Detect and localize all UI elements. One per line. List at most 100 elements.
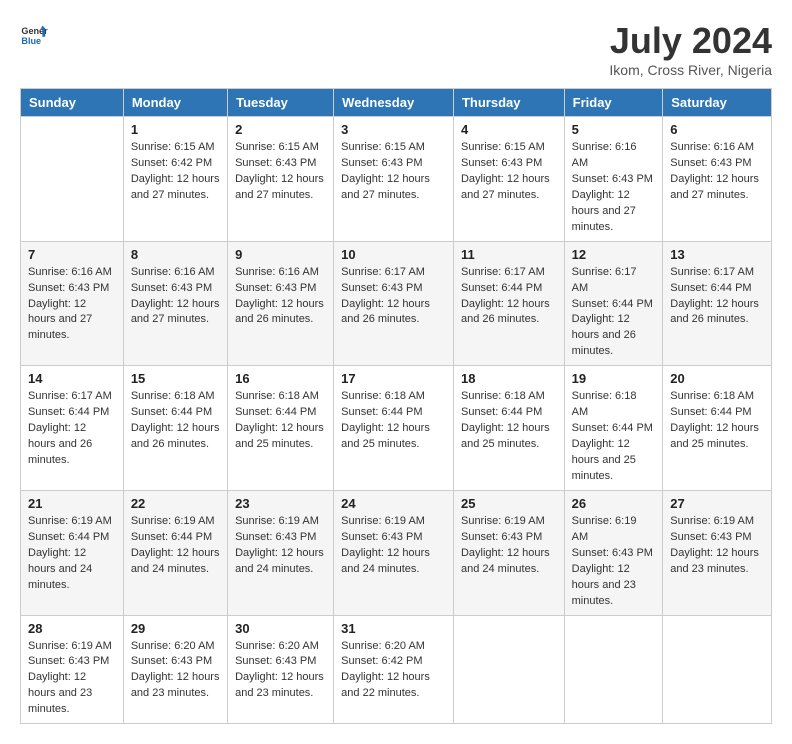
day-info: Sunrise: 6:19 AMSunset: 6:43 PMDaylight:…: [341, 514, 446, 578]
day-number: 14: [28, 371, 116, 386]
calendar-cell: 10 Sunrise: 6:17 AMSunset: 6:43 PMDayligh…: [334, 241, 454, 366]
calendar-cell: 25 Sunrise: 6:19 AMSunset: 6:43 PMDayligh…: [453, 490, 564, 615]
day-number: 20: [670, 371, 764, 386]
day-number: 4: [461, 122, 557, 137]
calendar-cell: 20 Sunrise: 6:18 AMSunset: 6:44 PMDayligh…: [663, 366, 772, 491]
day-number: 22: [131, 496, 220, 511]
calendar-cell: 1 Sunrise: 6:15 AMSunset: 6:42 PMDaylight…: [123, 117, 227, 242]
day-number: 31: [341, 621, 446, 636]
logo: General Blue: [20, 20, 48, 48]
day-number: 11: [461, 247, 557, 262]
day-info: Sunrise: 6:17 AMSunset: 6:44 PMDaylight:…: [461, 265, 557, 329]
calendar-cell: 21Sunrise: 6:19 AMSunset: 6:44 PMDayligh…: [21, 490, 124, 615]
location: Ikom, Cross River, Nigeria: [609, 62, 772, 78]
day-number: 17: [341, 371, 446, 386]
day-info: Sunrise: 6:15 AMSunset: 6:43 PMDaylight:…: [341, 140, 446, 204]
day-info: Sunrise: 6:15 AMSunset: 6:43 PMDaylight:…: [235, 140, 326, 204]
day-number: 27: [670, 496, 764, 511]
day-number: 21: [28, 496, 116, 511]
day-info: Sunrise: 6:20 AMSunset: 6:42 PMDaylight:…: [341, 639, 446, 703]
calendar-cell: 23 Sunrise: 6:19 AMSunset: 6:43 PMDayligh…: [228, 490, 334, 615]
week-row-3: 14 Sunrise: 6:17 AMSunset: 6:44 PMDayligh…: [21, 366, 772, 491]
day-info: Sunrise: 6:18 AMSunset: 6:44 PMDaylight:…: [670, 389, 764, 453]
day-info: Sunrise: 6:17 AMSunset: 6:43 PMDaylight:…: [341, 265, 446, 329]
day-info: Sunrise: 6:16 AMSunset: 6:43 PMDaylight:…: [28, 265, 116, 345]
day-number: 1: [131, 122, 220, 137]
day-info: Sunrise: 6:17 AMSunset: 6:44 PMDaylight:…: [670, 265, 764, 329]
calendar-cell: 30 Sunrise: 6:20 AMSunset: 6:43 PMDayligh…: [228, 615, 334, 724]
calendar-cell: 24 Sunrise: 6:19 AMSunset: 6:43 PMDayligh…: [334, 490, 454, 615]
day-info: Sunrise: 6:18 AMSunset: 6:44 PMDaylight:…: [235, 389, 326, 453]
header-wednesday: Wednesday: [334, 89, 454, 117]
day-number: 5: [572, 122, 656, 137]
day-info: Sunrise: 6:20 AMSunset: 6:43 PMDaylight:…: [131, 639, 220, 703]
week-row-5: 28 Sunrise: 6:19 AMSunset: 6:43 PMDayligh…: [21, 615, 772, 724]
day-number: 10: [341, 247, 446, 262]
header-saturday: Saturday: [663, 89, 772, 117]
day-number: 30: [235, 621, 326, 636]
day-number: 2: [235, 122, 326, 137]
day-number: 15: [131, 371, 220, 386]
day-number: 3: [341, 122, 446, 137]
weekday-header-row: Sunday Monday Tuesday Wednesday Thursday…: [21, 89, 772, 117]
day-info: Sunrise: 6:18 AMSunset: 6:44 PMDaylight:…: [461, 389, 557, 453]
day-info: Sunrise: 6:17 AMSunset: 6:44 PMDaylight:…: [572, 265, 656, 361]
day-number: 25: [461, 496, 557, 511]
calendar-cell: 7 Sunrise: 6:16 AMSunset: 6:43 PMDaylight…: [21, 241, 124, 366]
calendar-cell: 13Sunrise: 6:17 AMSunset: 6:44 PMDayligh…: [663, 241, 772, 366]
calendar-table: Sunday Monday Tuesday Wednesday Thursday…: [20, 88, 772, 724]
week-row-2: 7 Sunrise: 6:16 AMSunset: 6:43 PMDaylight…: [21, 241, 772, 366]
week-row-1: 1 Sunrise: 6:15 AMSunset: 6:42 PMDaylight…: [21, 117, 772, 242]
calendar-cell: [453, 615, 564, 724]
calendar-cell: 31 Sunrise: 6:20 AMSunset: 6:42 PMDayligh…: [334, 615, 454, 724]
calendar-cell: 22Sunrise: 6:19 AMSunset: 6:44 PMDayligh…: [123, 490, 227, 615]
day-number: 28: [28, 621, 116, 636]
day-number: 9: [235, 247, 326, 262]
day-info: Sunrise: 6:19 AMSunset: 6:43 PMDaylight:…: [670, 514, 764, 578]
calendar-cell: 27 Sunrise: 6:19 AMSunset: 6:43 PMDayligh…: [663, 490, 772, 615]
day-info: Sunrise: 6:17 AMSunset: 6:44 PMDaylight:…: [28, 389, 116, 469]
header-thursday: Thursday: [453, 89, 564, 117]
day-number: 23: [235, 496, 326, 511]
header-sunday: Sunday: [21, 89, 124, 117]
header-tuesday: Tuesday: [228, 89, 334, 117]
header-friday: Friday: [564, 89, 663, 117]
day-number: 8: [131, 247, 220, 262]
calendar-body: 1 Sunrise: 6:15 AMSunset: 6:42 PMDaylight…: [21, 117, 772, 724]
day-number: 7: [28, 247, 116, 262]
title-block: July 2024 Ikom, Cross River, Nigeria: [609, 20, 772, 78]
day-number: 24: [341, 496, 446, 511]
day-info: Sunrise: 6:19 AMSunset: 6:43 PMDaylight:…: [235, 514, 326, 578]
calendar-cell: 16 Sunrise: 6:18 AMSunset: 6:44 PMDayligh…: [228, 366, 334, 491]
day-info: Sunrise: 6:18 AMSunset: 6:44 PMDaylight:…: [572, 389, 656, 485]
calendar-cell: [564, 615, 663, 724]
calendar-cell: 2 Sunrise: 6:15 AMSunset: 6:43 PMDaylight…: [228, 117, 334, 242]
calendar-cell: 4Sunrise: 6:15 AMSunset: 6:43 PMDaylight…: [453, 117, 564, 242]
calendar-cell: 12Sunrise: 6:17 AMSunset: 6:44 PMDayligh…: [564, 241, 663, 366]
day-info: Sunrise: 6:19 AMSunset: 6:43 PMDaylight:…: [461, 514, 557, 578]
calendar-cell: 17 Sunrise: 6:18 AMSunset: 6:44 PMDayligh…: [334, 366, 454, 491]
calendar-cell: 3 Sunrise: 6:15 AMSunset: 6:43 PMDaylight…: [334, 117, 454, 242]
calendar-cell: 11 Sunrise: 6:17 AMSunset: 6:44 PMDayligh…: [453, 241, 564, 366]
calendar-cell: 19Sunrise: 6:18 AMSunset: 6:44 PMDayligh…: [564, 366, 663, 491]
week-row-4: 21Sunrise: 6:19 AMSunset: 6:44 PMDayligh…: [21, 490, 772, 615]
calendar-cell: 18Sunrise: 6:18 AMSunset: 6:44 PMDayligh…: [453, 366, 564, 491]
day-info: Sunrise: 6:16 AMSunset: 6:43 PMDaylight:…: [235, 265, 326, 329]
calendar-cell: 15Sunrise: 6:18 AMSunset: 6:44 PMDayligh…: [123, 366, 227, 491]
calendar-cell: 9 Sunrise: 6:16 AMSunset: 6:43 PMDaylight…: [228, 241, 334, 366]
header-monday: Monday: [123, 89, 227, 117]
day-info: Sunrise: 6:19 AMSunset: 6:43 PMDaylight:…: [28, 639, 116, 719]
day-info: Sunrise: 6:20 AMSunset: 6:43 PMDaylight:…: [235, 639, 326, 703]
day-info: Sunrise: 6:16 AMSunset: 6:43 PMDaylight:…: [670, 140, 764, 204]
calendar-cell: 6Sunrise: 6:16 AMSunset: 6:43 PMDaylight…: [663, 117, 772, 242]
day-info: Sunrise: 6:18 AMSunset: 6:44 PMDaylight:…: [341, 389, 446, 453]
day-info: Sunrise: 6:16 AMSunset: 6:43 PMDaylight:…: [131, 265, 220, 329]
calendar-cell: 26Sunrise: 6:19 AMSunset: 6:43 PMDayligh…: [564, 490, 663, 615]
day-number: 16: [235, 371, 326, 386]
calendar-cell: 5 Sunrise: 6:16 AMSunset: 6:43 PMDaylight…: [564, 117, 663, 242]
day-info: Sunrise: 6:15 AMSunset: 6:42 PMDaylight:…: [131, 140, 220, 204]
day-info: Sunrise: 6:16 AMSunset: 6:43 PMDaylight:…: [572, 140, 656, 236]
day-number: 29: [131, 621, 220, 636]
calendar-cell: [663, 615, 772, 724]
logo-icon: General Blue: [20, 20, 48, 48]
